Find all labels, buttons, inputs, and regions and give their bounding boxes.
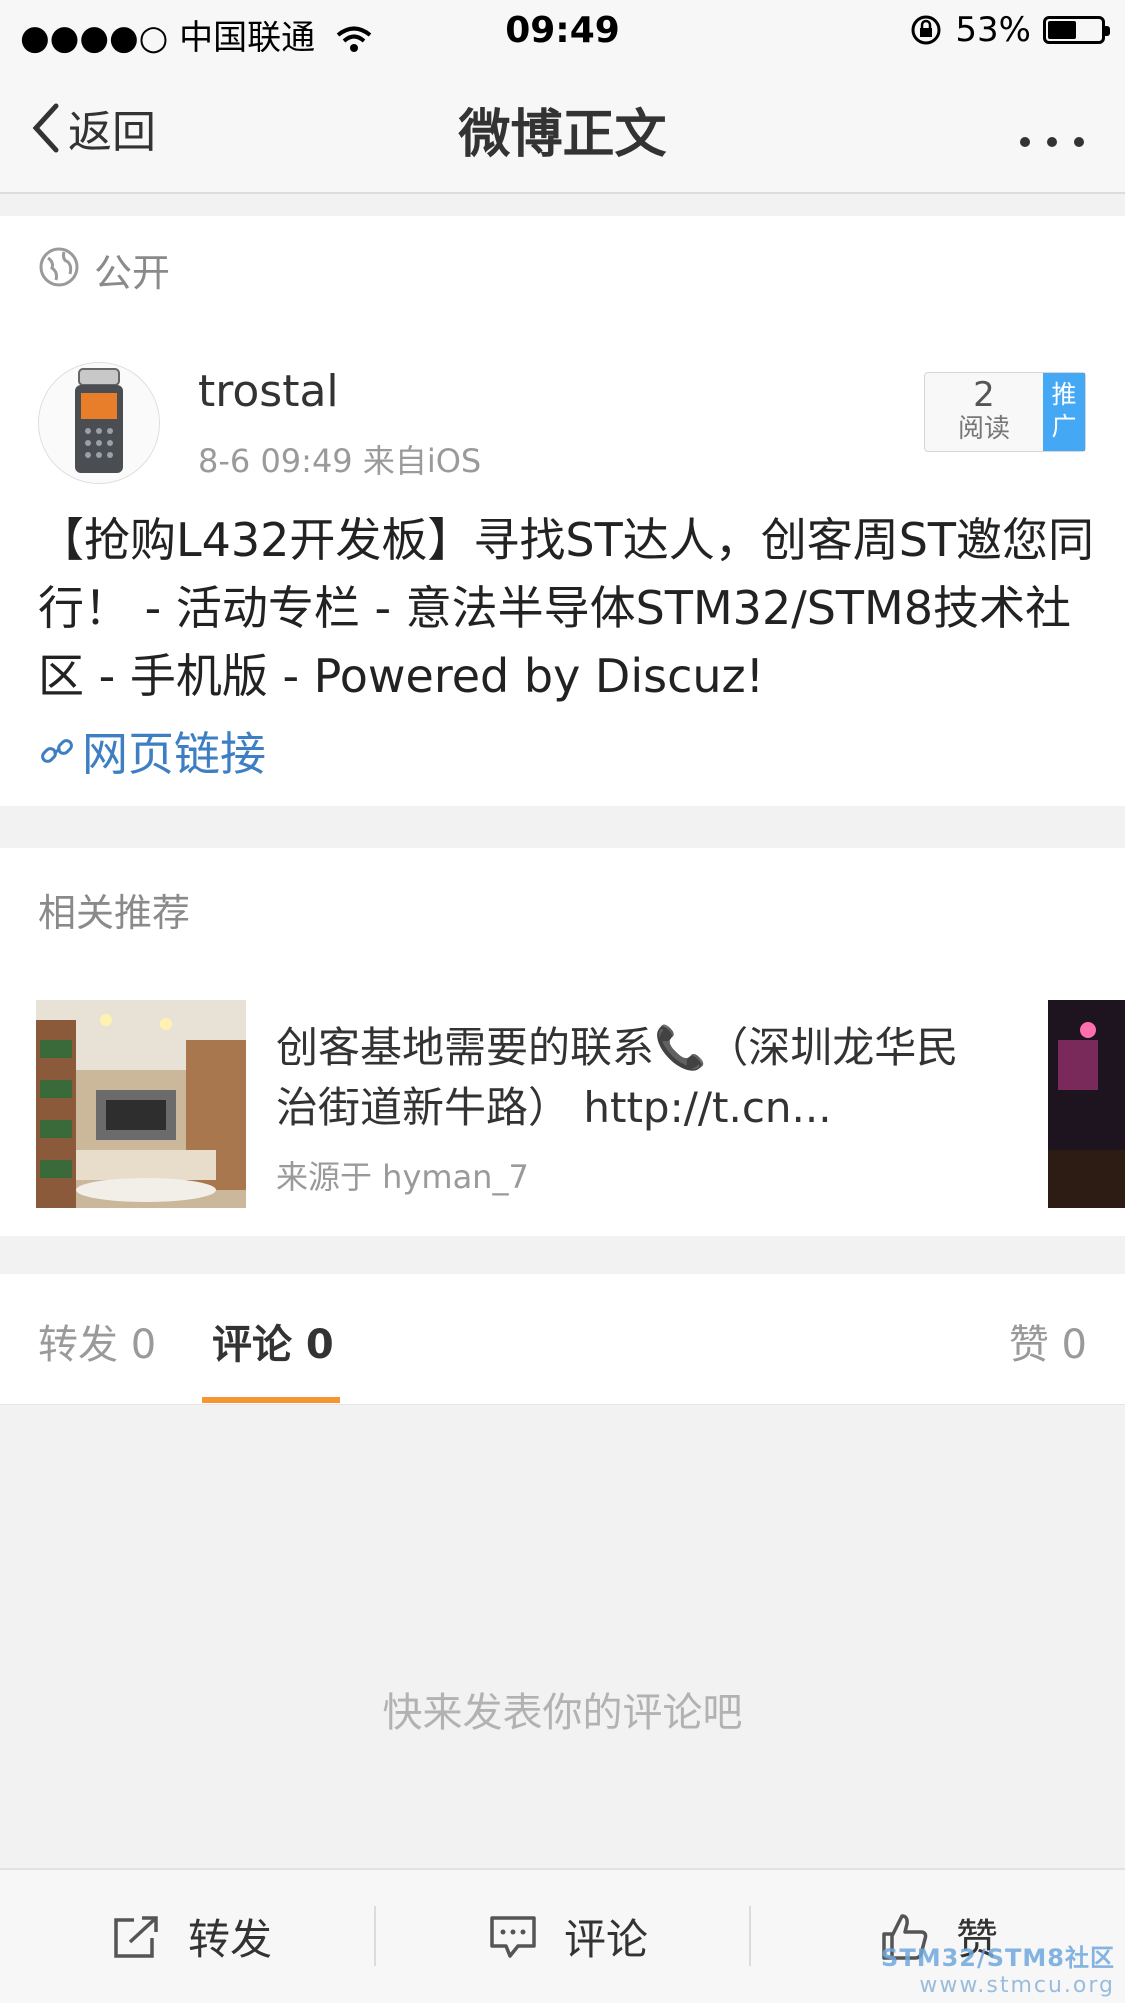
related-thumbnail-next[interactable] — [1048, 1000, 1125, 1208]
comment-label: 评论 — [564, 1915, 649, 1964]
post-text: 【抢购L432开发板】寻找ST达人，创客周ST邀您同行！ - 活动专栏 - 意法… — [38, 513, 1095, 703]
read-count: 2 阅读 — [925, 373, 1043, 451]
comment-button[interactable]: 评论 — [488, 1870, 648, 2003]
more-icon — [1020, 137, 1084, 147]
interaction-tabs: 转发 0 评论 0 赞 0 — [0, 1274, 1125, 1405]
battery-percent: 53% — [955, 10, 1031, 50]
read-count-label: 阅读 — [957, 414, 1010, 444]
visibility-label: 公开 — [94, 251, 171, 295]
battery-level — [1048, 21, 1076, 39]
repost-button[interactable]: 转发 — [112, 1870, 272, 2003]
repost-label: 转发 — [188, 1915, 273, 1964]
active-tab-indicator — [202, 1397, 340, 1403]
web-link[interactable]: 网页链接 — [38, 718, 266, 784]
page-title: 微博正文 — [458, 105, 667, 165]
post-username[interactable]: trostal — [198, 366, 339, 417]
site-watermark: STM32/STM8社区 www.stmcu.org — [881, 1938, 1115, 1998]
orientation-lock-icon — [911, 15, 941, 45]
tab-likes[interactable]: 赞 0 — [1009, 1312, 1087, 1370]
web-link-label: 网页链接 — [82, 727, 266, 781]
tab-reposts[interactable]: 转发 0 — [38, 1312, 156, 1370]
promote-button[interactable]: 推广 — [1043, 373, 1085, 451]
status-bar: ●●●●○ 中国联通 09:49 53% — [0, 0, 1125, 62]
post-meta: 8-6 09:49 来自iOS — [198, 442, 482, 480]
office-photo-image — [36, 1000, 246, 1208]
related-thumbnail[interactable] — [36, 1000, 246, 1208]
watermark-line-2: www.stmcu.org — [919, 1973, 1115, 1998]
watermark-line-1: STM32/STM8社区 — [881, 1944, 1115, 1972]
read-count-badge[interactable]: 2 阅读 推广 — [924, 372, 1086, 452]
toolbar-divider — [374, 1906, 376, 1966]
read-count-number: 2 — [973, 375, 995, 415]
post-card: trostal 8-6 09:49 来自iOS 2 阅读 推广 【抢购L432开… — [0, 318, 1125, 806]
tab-comments[interactable]: 评论 0 — [212, 1312, 334, 1370]
toolbar-divider — [749, 1906, 751, 1966]
related-title: 相关推荐 — [38, 891, 191, 935]
bar-photo-image — [1048, 1000, 1125, 1208]
repost-icon — [114, 1915, 158, 1958]
related-item-title[interactable]: 创客基地需要的联系📞（深圳龙华民治街道新牛路） http://t.cn... — [276, 1018, 996, 1138]
recorder-avatar-image — [39, 363, 159, 483]
status-right: 53% — [909, 10, 1110, 50]
battery-icon — [1043, 16, 1110, 44]
visibility-row: 公开 — [0, 216, 1125, 319]
related-card[interactable]: 创客基地需要的联系📞（深圳龙华民治街道新牛路） http://t.cn... 来… — [0, 960, 1125, 1236]
nav-bar: 返回 微博正文 — [0, 62, 1125, 194]
more-options-button[interactable] — [1017, 104, 1087, 162]
comment-icon — [490, 1915, 536, 1958]
globe-icon — [39, 247, 79, 287]
avatar[interactable] — [38, 362, 160, 484]
related-header: 相关推荐 — [0, 848, 1125, 961]
link-icon — [41, 739, 73, 763]
related-item-source: 来源于 hyman_7 — [276, 1158, 529, 1196]
empty-comments-text: 快来发表你的评论吧 — [382, 1690, 743, 1736]
